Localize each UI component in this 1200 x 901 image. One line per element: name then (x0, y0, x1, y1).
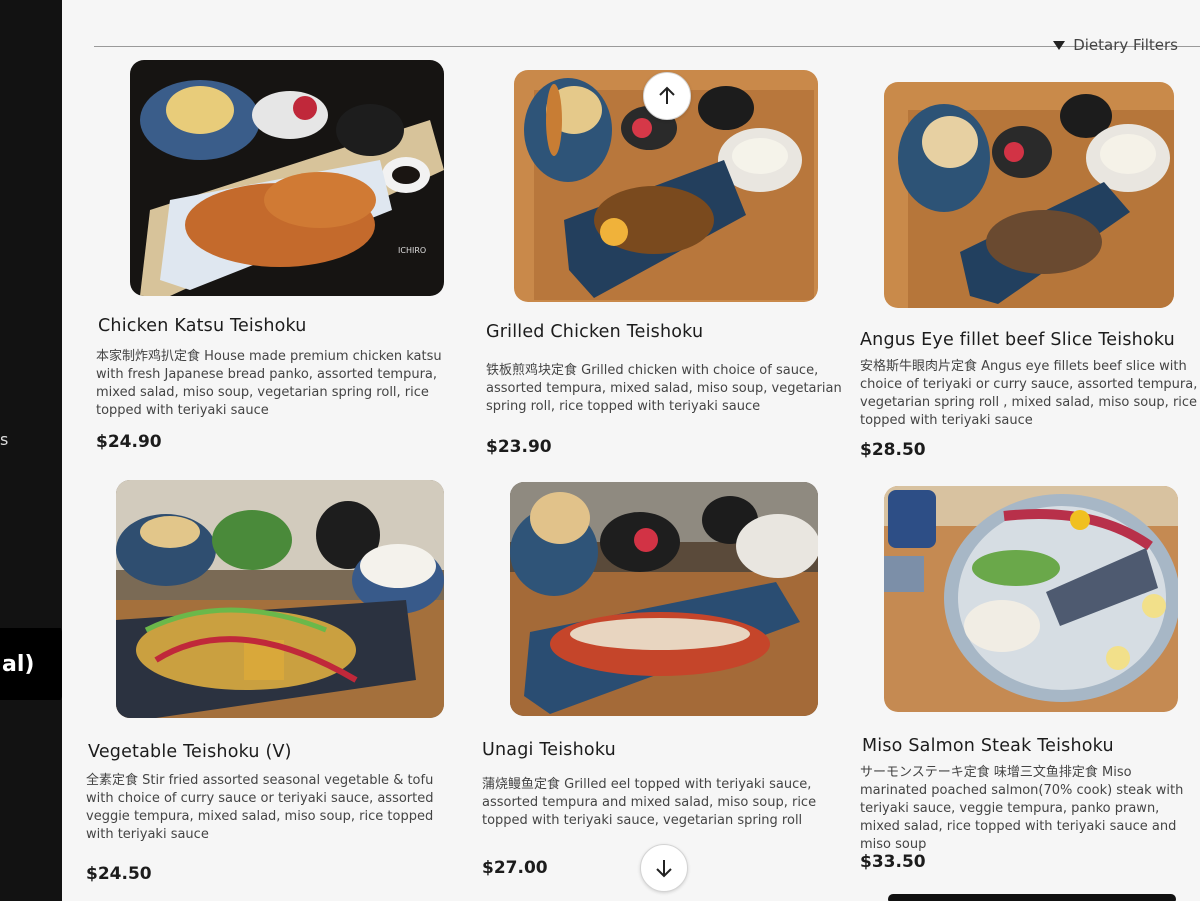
menu-item-name[interactable]: Angus Eye fillet beef Slice Teishoku (860, 330, 1175, 350)
menu-item-name[interactable]: Grilled Chicken Teishoku (486, 322, 703, 342)
device-bezel (0, 0, 62, 901)
next-card-edge (888, 894, 1176, 901)
menu-item-price: $23.90 (486, 437, 552, 457)
menu-item-description: サーモンステーキ定食 味增三文鱼排定食 Miso marinated poach… (860, 765, 1184, 852)
category-side-tab-label: al) (2, 651, 35, 677)
menu-item-name[interactable]: Unagi Teishoku (482, 740, 616, 760)
menu-item-price: $33.50 (860, 852, 926, 872)
menu-item-name[interactable]: Vegetable Teishoku (V) (88, 742, 292, 762)
scroll-down-button[interactable] (640, 844, 688, 892)
header-divider (94, 46, 1200, 47)
menu-item-photo[interactable] (510, 482, 818, 716)
arrow-down-icon (656, 860, 672, 878)
menu-item-description: 全素定食 Stir fried assorted seasonal vegeta… (86, 773, 434, 842)
menu-item-description: 安格斯牛眼肉片定食 Angus eye fillets beef slice w… (860, 359, 1198, 428)
menu-item-photo[interactable]: ICHIRO (130, 60, 444, 296)
menu-item-description: 本家制炸鸡扒定食 House made premium chicken kats… (96, 349, 442, 418)
menu-item-price: $28.50 (860, 440, 926, 460)
scroll-up-button[interactable] (643, 72, 691, 120)
caret-down-icon (1053, 40, 1066, 50)
menu-item-description: 蒲烧鳗鱼定食 Grilled eel topped with teriyaki … (482, 777, 817, 828)
dietary-filters-label: Dietary Filters (1073, 36, 1178, 54)
menu-item-photo[interactable] (116, 480, 444, 718)
menu-item-name[interactable]: Miso Salmon Steak Teishoku (862, 736, 1114, 756)
menu-item-name[interactable]: Chicken Katsu Teishoku (98, 316, 307, 336)
arrow-up-icon (659, 86, 675, 104)
side-edge-letter: s (0, 430, 9, 449)
menu-item-description: 铁板煎鸡块定食 Grilled chicken with choice of s… (486, 363, 842, 414)
dietary-filters-button[interactable]: Dietary Filters (1053, 36, 1178, 54)
photo-watermark: ICHIRO (398, 246, 426, 255)
menu-item-photo[interactable] (884, 82, 1174, 308)
menu-item-price: $24.90 (96, 432, 162, 452)
menu-item-photo[interactable] (884, 486, 1178, 712)
menu-item-price: $24.50 (86, 864, 152, 884)
menu-screen: Dietary Filters ICHIRO Chicken Katsu Tei… (62, 0, 1200, 901)
menu-item-price: $27.00 (482, 858, 548, 878)
